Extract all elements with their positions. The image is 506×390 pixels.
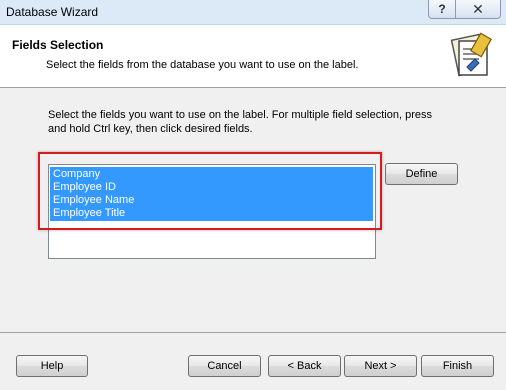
back-button[interactable]: < Back: [268, 355, 341, 377]
button-bar: Help Cancel < Back Next > Finish: [0, 332, 506, 390]
page-title: Fields Selection: [12, 38, 104, 52]
instructions-text: Select the fields you want to use on the…: [48, 109, 432, 135]
page-subtitle: Select the fields from the database you …: [46, 59, 359, 71]
wizard-icon: [450, 32, 493, 77]
header-panel: Fields Selection Select the fields from …: [0, 25, 506, 88]
title-bar: Database Wizard ? ✕: [0, 0, 506, 25]
help-button[interactable]: Help: [16, 355, 88, 377]
next-button[interactable]: Next >: [344, 355, 417, 377]
cancel-button[interactable]: Cancel: [188, 355, 261, 377]
window-title: Database Wizard: [6, 5, 99, 19]
finish-button[interactable]: Finish: [421, 355, 494, 377]
annotation-highlight: [38, 152, 382, 230]
content-panel: Select the fields you want to use on the…: [0, 88, 506, 332]
define-button[interactable]: Define: [385, 163, 458, 185]
help-titlebar-button[interactable]: ?: [428, 0, 456, 19]
close-button[interactable]: ✕: [455, 0, 501, 19]
